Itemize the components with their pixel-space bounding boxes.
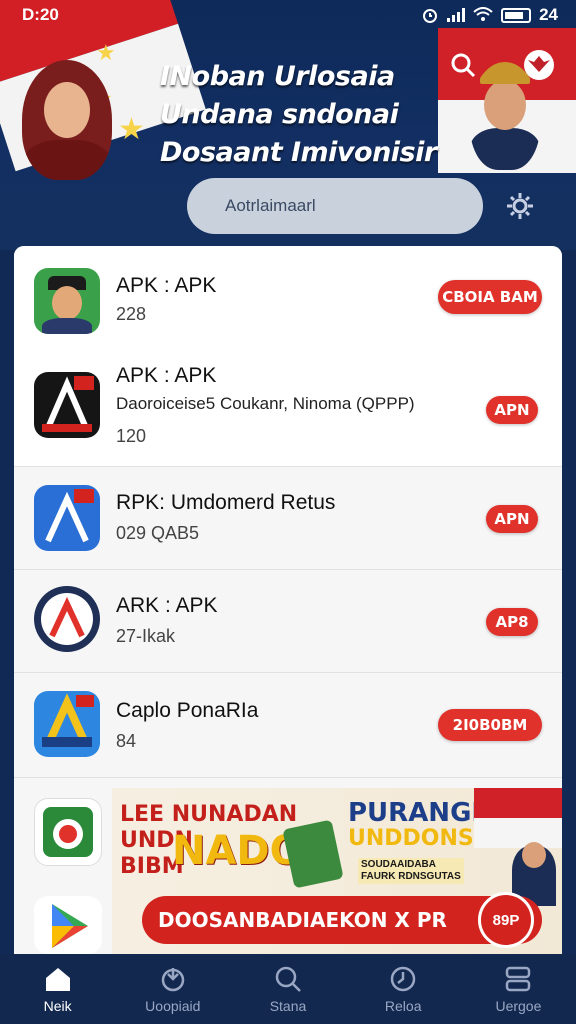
banner-small-text: SOUDAAIDABA FAURK RDNSGUTAS <box>358 858 464 884</box>
list-item[interactable]: RPK: Umdomerd Retus 029 QAB5 APN <box>14 467 562 569</box>
banner-cta-badge[interactable]: 89P <box>478 892 534 948</box>
garuda-emblem-icon[interactable] <box>522 48 556 82</box>
app-description: Daoroiceise5 Coukanr, Ninoma (QPPP) <box>116 394 415 413</box>
app-subtitle: 120 <box>116 426 147 446</box>
nav-home[interactable]: Neik <box>0 954 115 1024</box>
app-subtitle: 27-Ikak <box>116 626 176 646</box>
alarm-icon <box>423 9 438 23</box>
portrait-woman <box>22 60 112 180</box>
star-icon: ★ <box>96 40 116 65</box>
bottom-navigation: Neik Uoopiaid Stana Reloa Uergoe <box>0 954 576 1024</box>
nav-recent[interactable]: Reloa <box>346 954 461 1024</box>
battery-icon <box>501 7 532 23</box>
app-title: ARK : APK <box>116 594 218 617</box>
app-icon-a-dark <box>34 372 100 438</box>
banner-small-line: FAURK RDNSGUTAS <box>361 871 461 882</box>
gear-icon[interactable] <box>504 190 536 222</box>
apps-icon <box>506 966 531 992</box>
indonesian-flag-banner <box>474 788 562 848</box>
clock-icon <box>390 966 416 992</box>
app-title: APK : APK <box>116 364 217 387</box>
home-icon <box>45 968 70 991</box>
install-button[interactable]: 2I0B0BM <box>438 709 542 741</box>
install-button[interactable]: APN <box>486 396 538 424</box>
app-list: APK : APK 228 CBOIA BAM APK : APK Daoroi… <box>14 246 562 954</box>
nav-apps[interactable]: Uergoe <box>461 954 576 1024</box>
list-item[interactable]: Caplo PonaRIa 84 2I0B0BM <box>14 673 562 777</box>
search-placeholder: Aotrlaimaarl <box>225 196 316 215</box>
play-store-icon <box>34 896 102 954</box>
app-title: APK : APK <box>116 274 217 297</box>
nav-label: Uergoe <box>495 998 542 1014</box>
header-headline: INoban Urlosaia Undana sndonai Dosaant I… <box>160 58 450 172</box>
banner-line: LEE NUNADAN <box>120 802 298 827</box>
status-time: D:20 <box>22 5 59 24</box>
nav-label: Reloa <box>384 998 422 1014</box>
headline-line: Undana sndonai <box>160 99 399 130</box>
headline-line: Dosaant Imivonisir <box>160 137 437 168</box>
app-subtitle: 84 <box>116 731 137 751</box>
signal-icon <box>447 8 466 22</box>
list-item[interactable]: APK : APK 228 CBOIA BAM <box>14 246 562 354</box>
headline-line: INoban Urlosaia <box>160 61 395 92</box>
search-icon <box>275 966 301 992</box>
news-app-icon <box>34 798 102 866</box>
list-item[interactable]: ARK : APK 27-Ikak AP8 <box>14 570 562 672</box>
install-button[interactable]: APN <box>486 505 538 533</box>
wifi-icon <box>473 7 493 21</box>
app-icon-a-yellow <box>34 691 100 757</box>
install-button[interactable]: CBOIA BAM <box>438 280 542 314</box>
install-button[interactable]: AP8 <box>486 608 538 636</box>
app-icon-king <box>34 268 100 334</box>
promo-banner[interactable]: LEE NUNADAN UNDN BIBM NADO! PURANGII UND… <box>112 788 562 954</box>
search-icon[interactable] <box>450 52 476 78</box>
nav-label: Uoopiaid <box>145 998 201 1014</box>
search-input[interactable]: Aotrlaimaarl <box>187 178 483 234</box>
nav-download[interactable]: Uoopiaid <box>115 954 230 1024</box>
list-item[interactable]: APK : APK Daoroiceise5 Coukanr, Ninoma (… <box>14 354 562 466</box>
star-icon: ★ <box>118 113 145 146</box>
download-icon <box>161 968 185 992</box>
app-icon-a-blue <box>34 485 100 551</box>
status-bar: D:20 24 <box>0 0 576 30</box>
app-subtitle: 029 QAB5 <box>116 523 200 543</box>
app-icon-a-round <box>34 586 100 652</box>
app-title: Caplo PonaRIa <box>116 699 259 722</box>
app-title: RPK: Umdomerd Retus <box>116 491 336 514</box>
nav-search[interactable]: Stana <box>230 954 345 1024</box>
nav-label: Neik <box>43 998 72 1014</box>
app-subtitle: 228 <box>116 304 147 324</box>
nav-label: Stana <box>269 998 307 1014</box>
status-icons: 24 <box>421 5 558 25</box>
battery-level: 24 <box>539 5 558 24</box>
banner-small-line: SOUDAAIDABA <box>361 859 436 870</box>
